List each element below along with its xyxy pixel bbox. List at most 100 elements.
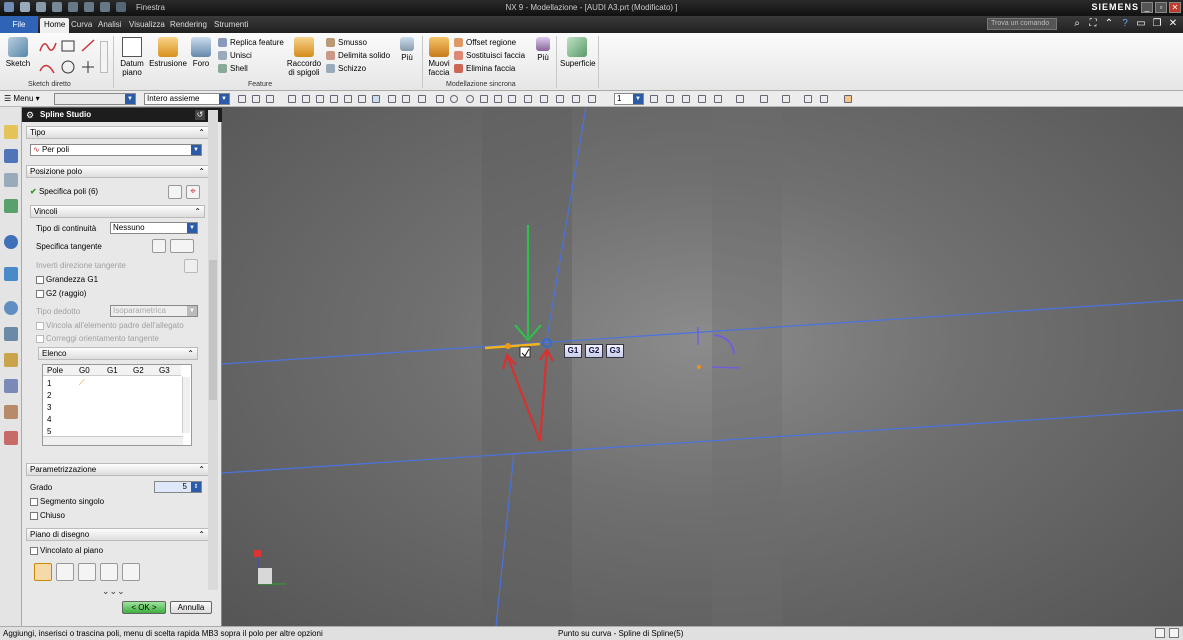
correct-tangent-checkbox[interactable]: Correggi orientamento tangente bbox=[36, 334, 159, 343]
tab-file[interactable]: File bbox=[0, 16, 38, 33]
hd3d-tools-icon[interactable] bbox=[4, 235, 18, 249]
replace-face-button[interactable]: Sostituisci faccia bbox=[454, 51, 525, 60]
web-browser-icon[interactable] bbox=[4, 267, 18, 281]
more-options-chevron-icon[interactable]: ⌄⌄⌄ bbox=[102, 586, 125, 597]
view-icon[interactable] bbox=[650, 95, 658, 103]
plane-custom-icon[interactable] bbox=[122, 563, 140, 581]
reuse-library-icon[interactable] bbox=[4, 199, 18, 213]
snap-icon[interactable] bbox=[436, 95, 444, 103]
checkbox[interactable] bbox=[30, 497, 38, 506]
vertical-scrollbar[interactable] bbox=[182, 377, 190, 433]
tangent-direction-icon[interactable] bbox=[170, 239, 194, 253]
sketch-small-button[interactable]: Schizzo bbox=[326, 64, 366, 73]
plane-constrained-checkbox[interactable]: Vincolato al piano bbox=[30, 546, 103, 555]
viewport-scene[interactable] bbox=[222, 107, 1183, 626]
restore-button[interactable]: ▫ bbox=[1155, 2, 1167, 13]
snap-icon[interactable] bbox=[402, 95, 410, 103]
status-icon[interactable] bbox=[1155, 628, 1165, 638]
section-elenco[interactable]: Elenco ⌃ bbox=[38, 347, 198, 360]
tangent-vector-icon[interactable] bbox=[152, 239, 166, 253]
tab-strumenti[interactable]: Strumenti bbox=[210, 18, 252, 33]
gear-icon[interactable]: ⚙ bbox=[26, 110, 34, 121]
trim-body-button[interactable]: Delimita solido bbox=[326, 51, 390, 60]
snap-icon[interactable] bbox=[358, 95, 366, 103]
cancel-button[interactable]: Annulla bbox=[170, 601, 212, 614]
g1-button[interactable]: G1 bbox=[564, 344, 582, 358]
snap-icon[interactable] bbox=[524, 95, 532, 103]
table-row[interactable]: 3 bbox=[47, 403, 51, 412]
inferred-type-select[interactable]: Isoparametrica ▼ bbox=[110, 305, 198, 317]
part-navigator-icon[interactable] bbox=[4, 125, 18, 139]
view-icon[interactable] bbox=[804, 95, 812, 103]
manufacturing-wizard-icon[interactable] bbox=[4, 379, 18, 393]
single-segment-checkbox[interactable]: Segmento singolo bbox=[30, 497, 104, 506]
plane-x-icon[interactable] bbox=[78, 563, 96, 581]
view-icon[interactable] bbox=[844, 95, 852, 103]
ok-button[interactable]: < OK > bbox=[122, 601, 166, 614]
snap-icon[interactable] bbox=[266, 95, 274, 103]
process-studio-icon[interactable] bbox=[4, 353, 18, 367]
history-icon[interactable] bbox=[4, 301, 18, 315]
minimize-button[interactable]: _ bbox=[1141, 2, 1153, 13]
section-posizione-polo[interactable]: Posizione polo ⌃ bbox=[26, 165, 209, 178]
plane-y-icon[interactable] bbox=[100, 563, 118, 581]
tab-home[interactable]: Home bbox=[40, 18, 70, 33]
sketch-gallery-scroll[interactable] bbox=[100, 41, 108, 73]
view-icon[interactable] bbox=[760, 95, 768, 103]
view-icon[interactable] bbox=[698, 95, 706, 103]
assembly-navigator-icon[interactable] bbox=[4, 149, 18, 163]
invert-direction-icon[interactable] bbox=[184, 259, 198, 273]
tab-visualizza[interactable]: Visualizza bbox=[125, 18, 169, 33]
tab-analisi[interactable]: Analisi bbox=[94, 18, 126, 33]
snap-icon[interactable] bbox=[238, 95, 246, 103]
close-button[interactable]: ✕ bbox=[1169, 2, 1181, 13]
minimize-doc-icon[interactable]: ▭ bbox=[1135, 18, 1147, 30]
move-face-button[interactable]: Muovi faccia bbox=[426, 37, 452, 77]
type-filter-select[interactable]: ▼ bbox=[54, 93, 136, 105]
datum-plane-button[interactable]: Datum piano bbox=[118, 37, 146, 77]
constraint-navigator-icon[interactable] bbox=[4, 173, 18, 187]
search-icon[interactable]: ⌕ bbox=[1071, 18, 1083, 30]
help-icon[interactable]: ? bbox=[1119, 18, 1131, 30]
checkbox[interactable] bbox=[36, 321, 44, 330]
table-row[interactable]: 2 bbox=[47, 391, 51, 400]
checkbox[interactable] bbox=[30, 511, 38, 520]
snap-icon[interactable] bbox=[288, 95, 296, 103]
g2-radius-checkbox[interactable]: G2 (raggio) bbox=[36, 289, 86, 298]
pole-list-table[interactable]: Pole G0 G1 G2 G3 1 ⟋ 2 3 4 5 bbox=[42, 364, 192, 446]
section-tipo[interactable]: Tipo ⌃ bbox=[26, 126, 209, 139]
constrain-parent-checkbox[interactable]: Vincola all'elemento padre dell'allegato bbox=[36, 321, 184, 330]
section-vincoli[interactable]: Vincoli ⌃ bbox=[30, 205, 205, 218]
system-materials-icon[interactable] bbox=[4, 327, 18, 341]
view-icon[interactable] bbox=[736, 95, 744, 103]
table-row[interactable]: 4 bbox=[47, 415, 51, 424]
tab-curva[interactable]: Curva bbox=[67, 18, 96, 33]
snap-icon[interactable] bbox=[418, 95, 426, 103]
snap-icon[interactable] bbox=[466, 95, 474, 103]
sync-more-button[interactable]: Più bbox=[532, 37, 554, 62]
pattern-feature-button[interactable]: Replica feature bbox=[218, 38, 284, 47]
delete-face-button[interactable]: Elimina faccia bbox=[454, 64, 515, 73]
status-icon[interactable] bbox=[1169, 628, 1179, 638]
feature-more-button[interactable]: Più bbox=[396, 37, 418, 62]
layer-select[interactable]: 1 ▼ bbox=[614, 93, 644, 105]
view-icon[interactable] bbox=[714, 95, 722, 103]
point-dialog-icon[interactable] bbox=[168, 185, 182, 199]
snap-icon[interactable] bbox=[480, 95, 488, 103]
sketch-button[interactable]: Sketch bbox=[4, 37, 32, 68]
snap-icon[interactable] bbox=[508, 95, 516, 103]
command-search-input[interactable]: Trova un comando bbox=[987, 18, 1057, 30]
snap-icon[interactable] bbox=[252, 95, 260, 103]
pole-point[interactable] bbox=[505, 343, 511, 349]
snap-icon[interactable] bbox=[556, 95, 564, 103]
menu-button[interactable]: ☰ Menu ▾ bbox=[4, 94, 40, 103]
snap-icon[interactable] bbox=[572, 95, 580, 103]
chamfer-button[interactable]: Smusso bbox=[326, 38, 367, 47]
checkbox[interactable] bbox=[30, 546, 38, 555]
degree-spinner[interactable]: 5 ⇕ bbox=[154, 481, 202, 493]
extrude-button[interactable]: Estrusione bbox=[148, 37, 188, 68]
unite-button[interactable]: Unisci bbox=[218, 51, 252, 60]
section-piano-disegno[interactable]: Piano di disegno ⌃ bbox=[26, 528, 209, 541]
g1-magnitude-checkbox[interactable]: Grandezza G1 bbox=[36, 275, 98, 284]
plane-xy-icon[interactable] bbox=[56, 563, 74, 581]
